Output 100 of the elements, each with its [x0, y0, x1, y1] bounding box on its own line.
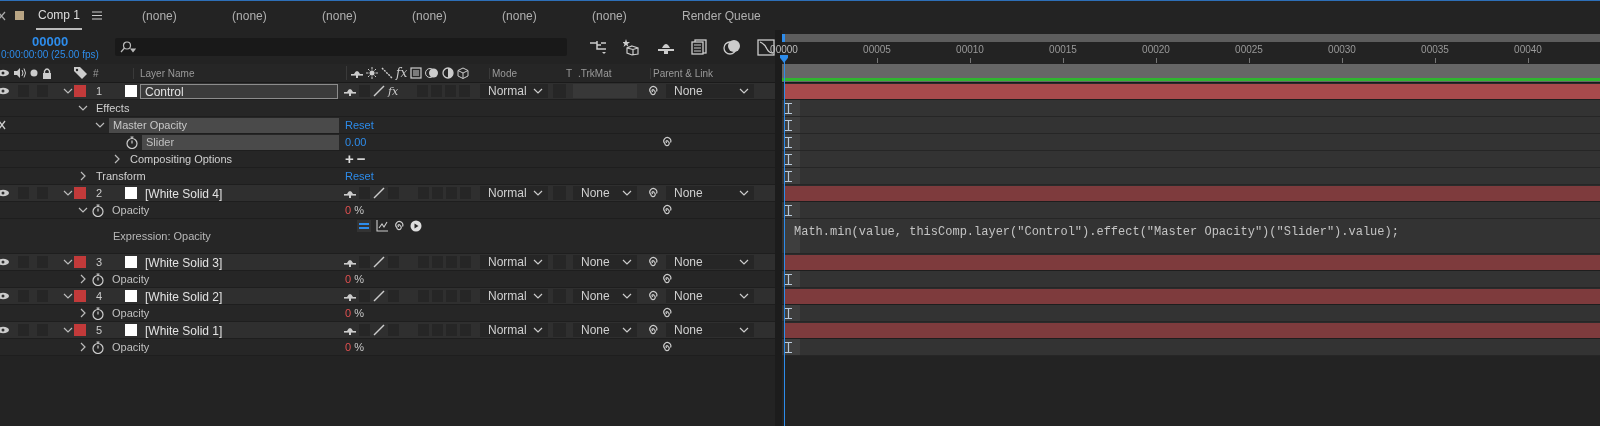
shy-icon[interactable] — [344, 291, 356, 301]
current-time[interactable]: 00000 — [32, 34, 69, 49]
dropdown-caret-icon[interactable] — [622, 259, 632, 265]
label-swatch[interactable] — [74, 187, 86, 199]
chevron-icon[interactable] — [63, 325, 73, 335]
property-value[interactable]: 0 — [345, 307, 352, 319]
film-frames-icon[interactable] — [691, 39, 707, 55]
quality-slash-icon[interactable] — [373, 290, 385, 302]
column-header[interactable]: Mode — [489, 67, 566, 79]
dropdown-caret-icon[interactable] — [739, 293, 749, 299]
dropdown-caret-icon[interactable] — [533, 259, 543, 265]
visibility-eye-icon[interactable] — [0, 326, 10, 334]
chevron-icon[interactable] — [78, 342, 88, 352]
stopwatch-icon[interactable] — [92, 203, 104, 217]
play-icon[interactable] — [410, 219, 422, 232]
visibility-eye-icon[interactable] — [0, 189, 10, 197]
panel-tab[interactable]: Render Queue — [664, 1, 761, 30]
shy-icon[interactable] — [344, 86, 356, 96]
column-header[interactable]: Layer Name — [133, 67, 346, 79]
mode-dropdown[interactable]: Normal — [480, 255, 548, 269]
chevron-icon[interactable] — [63, 257, 73, 267]
layer-row[interactable]: 2 [White Solid 4] Normal None None — [0, 185, 775, 202]
label-swatch[interactable] — [74, 290, 86, 302]
dropdown-caret-icon[interactable] — [533, 293, 543, 299]
pickwhip-icon[interactable] — [647, 256, 659, 268]
enable-expression-icon[interactable] — [357, 219, 371, 232]
layer-name[interactable]: [White Solid 4] — [140, 185, 338, 201]
layer-row[interactable]: 4 [White Solid 2] Normal None None — [0, 288, 775, 305]
parent-dropdown[interactable]: None — [666, 289, 754, 303]
visibility-eye-icon[interactable] — [0, 87, 10, 95]
property-name[interactable]: Opacity — [108, 202, 339, 218]
parent-dropdown[interactable]: None — [666, 84, 754, 98]
property-row[interactable]: Compositing Options + − — [0, 151, 775, 168]
flowchart-icon[interactable] — [589, 39, 607, 55]
stopwatch-icon[interactable] — [92, 340, 104, 354]
stopwatch-icon[interactable] — [126, 135, 138, 149]
panel-tab[interactable]: (none) — [124, 1, 215, 30]
property-row[interactable]: Opacity 0 % — [0, 339, 775, 356]
shy-icon[interactable] — [344, 325, 356, 335]
layer-row[interactable]: 3 [White Solid 3] Normal None None — [0, 254, 775, 271]
property-row[interactable]: Expression: Opacity — [0, 219, 775, 254]
quality-slash-icon[interactable] — [373, 187, 385, 199]
dropdown-caret-icon[interactable] — [533, 327, 543, 333]
panel-tab[interactable]: (none) — [214, 1, 305, 30]
visibility-eye-icon[interactable] — [0, 258, 10, 266]
shy-icon[interactable] — [344, 257, 356, 267]
chevron-icon[interactable] — [78, 171, 88, 181]
pickwhip-icon[interactable] — [661, 136, 673, 148]
property-name[interactable]: Transform — [92, 168, 339, 184]
shy-icon[interactable] — [344, 188, 356, 198]
close-icon[interactable] — [0, 10, 6, 21]
visibility-eye-icon[interactable] — [0, 292, 10, 300]
pickwhip-icon[interactable] — [647, 85, 659, 97]
search-field[interactable] — [115, 38, 567, 56]
property-name[interactable]: Effects — [92, 100, 339, 116]
dropdown-caret-icon[interactable] — [739, 259, 749, 265]
property-row[interactable]: Opacity 0 % — [0, 271, 775, 288]
pickwhip-icon[interactable] — [647, 290, 659, 302]
pickwhip-icon[interactable] — [661, 307, 673, 319]
dropdown-caret-icon[interactable] — [533, 190, 543, 196]
parent-dropdown[interactable]: None — [666, 186, 754, 200]
pickwhip-icon[interactable] — [393, 219, 405, 232]
pickwhip-icon[interactable] — [661, 204, 673, 216]
property-value[interactable]: 0 — [345, 273, 352, 285]
chevron-icon[interactable] — [63, 188, 73, 198]
layer-row[interactable]: 1 Control fx Normal None — [0, 83, 775, 100]
track-matte-dropdown[interactable]: None — [573, 255, 637, 269]
effect-toggle-icon[interactable] — [0, 120, 6, 130]
property-control[interactable]: + — [345, 152, 354, 166]
track-matte-dropdown[interactable]: None — [573, 186, 637, 200]
chevron-icon[interactable] — [95, 120, 105, 130]
layer-name[interactable]: [White Solid 3] — [140, 254, 338, 270]
layer-row[interactable]: 5 [White Solid 1] Normal None None — [0, 322, 775, 339]
track-matte-dropdown[interactable]: None — [573, 289, 637, 303]
reset-link[interactable]: Reset — [345, 170, 374, 182]
column-header[interactable]: .TrkMat — [578, 67, 650, 79]
quality-slash-icon[interactable] — [373, 324, 385, 336]
pickwhip-icon[interactable] — [661, 341, 673, 353]
dropdown-caret-icon[interactable] — [622, 293, 632, 299]
effects-switch[interactable]: fx — [388, 84, 399, 98]
panel-tab[interactable]: (none) — [394, 1, 485, 30]
panel-tab[interactable]: Comp 1 — [36, 1, 83, 30]
mode-dropdown[interactable]: Normal — [480, 323, 548, 337]
cube-icon[interactable] — [623, 38, 641, 56]
pickwhip-icon[interactable] — [661, 273, 673, 285]
property-name[interactable]: Expression: Opacity — [109, 228, 339, 244]
layer-name[interactable]: [White Solid 2] — [140, 288, 338, 304]
mode-dropdown[interactable]: Normal — [480, 289, 548, 303]
stopwatch-icon[interactable] — [92, 306, 104, 320]
menu-icon[interactable] — [92, 11, 103, 20]
property-row[interactable]: Slider 0.00 — [0, 134, 775, 151]
chevron-icon[interactable] — [63, 86, 73, 96]
layer-name[interactable]: Control — [140, 83, 338, 99]
property-row[interactable]: Transform Reset — [0, 168, 775, 185]
property-row[interactable]: Master Opacity Reset — [0, 117, 775, 134]
chevron-icon[interactable] — [78, 308, 88, 318]
property-name[interactable]: Opacity — [108, 305, 339, 321]
mode-dropdown[interactable]: Normal — [480, 186, 548, 200]
parent-dropdown[interactable]: None — [666, 255, 754, 269]
property-value[interactable]: 0 — [345, 341, 352, 353]
